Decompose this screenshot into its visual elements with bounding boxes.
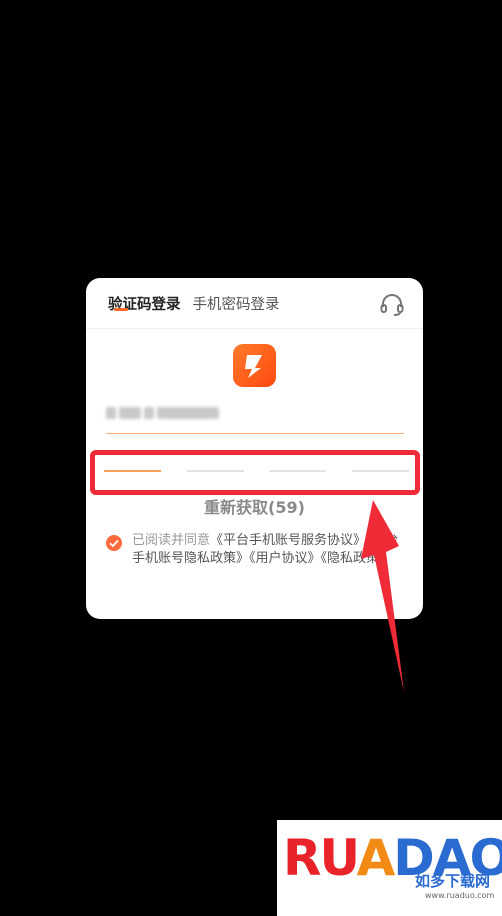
annotation-arrow — [361, 500, 404, 692]
watermark-tagline: 如多下载网 — [415, 872, 491, 890]
watermark-url: www.ruaduo.com — [425, 891, 495, 900]
screen: 验证码登录 手机密码登录 重新获取(59) 已阅读并同意《平台手机账号服务协议》… — [0, 0, 502, 916]
watermark: RUADAO 如多下载网 www.ruaduo.com — [277, 820, 502, 916]
